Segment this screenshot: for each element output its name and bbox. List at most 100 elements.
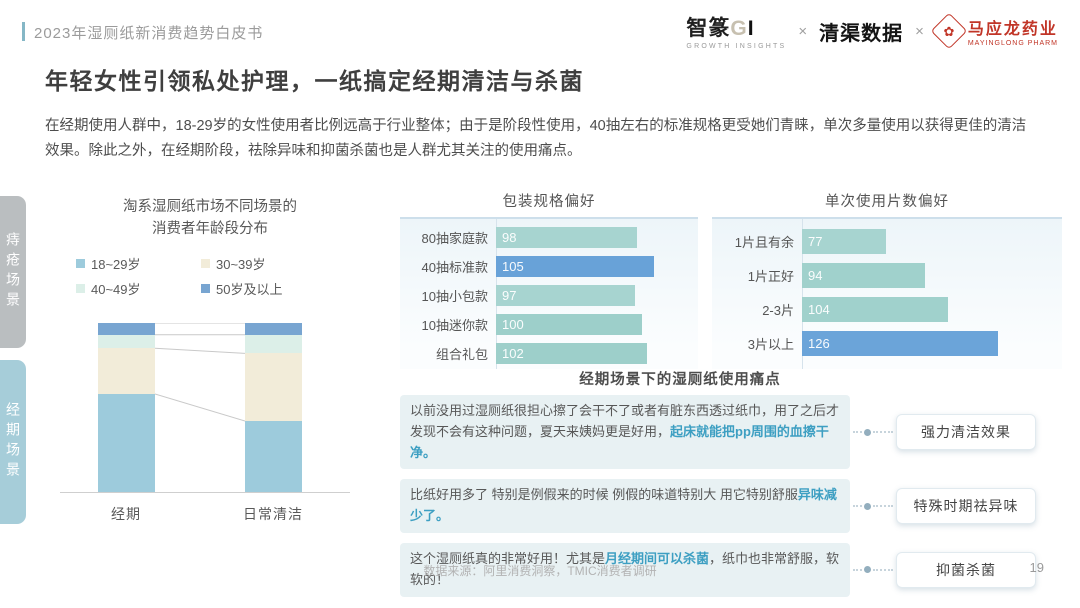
intro-paragraph: 在经期使用人群中，18-29岁的女性使用者比例远高于行业整体；由于是阶段性使用，… <box>45 114 1040 163</box>
legend-item: 40~49岁 <box>76 279 201 298</box>
bar-row: 80抽家庭款 98 <box>400 227 698 248</box>
bar-segment <box>98 323 155 335</box>
quote-text: 比纸好用多了 特别是例假来的时候 例假的味道特别大 用它特别舒服 <box>410 487 798 502</box>
bar: 77 <box>802 229 886 254</box>
legend-item: 30~39岁 <box>201 254 344 273</box>
bar-row: 40抽标准款105 <box>400 256 698 277</box>
bar: 104 <box>802 297 948 322</box>
bar-value: 126 <box>802 336 830 351</box>
bar-label: 3片以上 <box>712 334 794 353</box>
package-chart-title: 包装规格偏好 <box>400 190 698 211</box>
bar-highlighted: 126 <box>802 331 998 356</box>
age-chart-title-line1: 淘系湿厕纸市场不同场景的 <box>62 196 358 218</box>
bar-value: 100 <box>496 317 524 332</box>
mayinglong-name: 马应龙药业 <box>968 15 1058 39</box>
x-axis-label-menstrual: 经期 <box>111 504 141 524</box>
header-accent-bar <box>22 22 25 41</box>
bar-highlighted: 105 <box>496 256 654 277</box>
bar-label: 80抽家庭款 <box>400 228 488 247</box>
zhizhuan-i: I <box>748 17 755 40</box>
bar-segment <box>245 421 302 492</box>
pain-tag: 强力清洁效果 <box>896 414 1036 450</box>
legend-label: 18~29岁 <box>91 254 141 273</box>
connector-line <box>873 505 893 507</box>
pain-point-row: 以前没用过湿厕纸很担心擦了会干不了或者有脏东西透过纸巾，用了之后才发现不会有这种… <box>400 395 1062 469</box>
mayinglong-subtitle: MAYINGLONG PHARM <box>968 40 1058 47</box>
bar-segment <box>245 335 302 354</box>
qingqu-logo: 清渠数据 <box>819 17 903 46</box>
bar: 100 <box>496 314 642 335</box>
sidebar-tab-hemorrhoid-scene: 痔疮场景 <box>0 196 26 348</box>
bar-row: 10抽迷你款 100 <box>400 314 698 335</box>
bar-track: 126 <box>802 331 1062 356</box>
bar-track: 105 <box>496 256 698 277</box>
bar-value: 94 <box>802 268 822 283</box>
document-title: 2023年湿厕纸新消费趋势白皮书 <box>34 22 263 43</box>
connector <box>850 503 896 510</box>
legend-label: 50岁及以上 <box>216 279 282 298</box>
x-axis-line <box>60 492 350 493</box>
legend-item: 50岁及以上 <box>201 279 344 298</box>
age-distribution-chart: 淘系湿厕纸市场不同场景的 消费者年龄段分布 18~29岁 30~39岁 40~49岁… <box>62 196 358 532</box>
data-source-note: 数据来源：阿里消费洞察，TMIC消费者调研 <box>0 562 1080 579</box>
zhizhuan-wordmark: 智篆GI <box>686 12 754 42</box>
connector-dot <box>864 503 871 510</box>
legend-item: 18~29岁 <box>76 254 201 273</box>
pack-chart-rows: 80抽家庭款9840抽标准款10510抽小包款9710抽迷你款100组合礼包10… <box>400 227 698 372</box>
bar-track: 77 <box>802 229 1062 254</box>
bar-segment <box>245 323 302 335</box>
bar-value: 104 <box>802 302 830 317</box>
quote-box: 比纸好用多了 特别是例假来的时候 例假的味道特别大 用它特别舒服异味减少了。 <box>400 479 850 533</box>
bar-row: 3片以上 126 <box>712 331 1062 356</box>
legend-swatch <box>76 284 85 293</box>
brand-logos: 智篆GI GROWTH INSIGHTS × 清渠数据 × ✿ 马应龙药业 MA… <box>686 12 1058 50</box>
cross-separator-icon: × <box>798 23 807 40</box>
bar-track: 102 <box>496 343 698 364</box>
mayinglong-wordmark: 马应龙药业 MAYINGLONG PHARM <box>968 15 1058 47</box>
bar: 98 <box>496 227 637 248</box>
pain-points-title: 经期场景下的湿厕纸使用痛点 <box>400 368 960 389</box>
page-title: 年轻女性引领私处护理，一纸搞定经期清洁与杀菌 <box>45 62 584 96</box>
cross-separator-icon: × <box>915 23 924 40</box>
age-chart-title: 淘系湿厕纸市场不同场景的 消费者年龄段分布 <box>62 196 358 241</box>
legend-label: 30~39岁 <box>216 254 266 273</box>
connector-dot <box>864 429 871 436</box>
bar-label: 10抽迷你款 <box>400 315 488 334</box>
legend-label: 40~49岁 <box>91 279 141 298</box>
bar-row: 2-3片104 <box>712 297 1062 322</box>
legend-swatch <box>201 259 210 268</box>
bar-row: 1片且有余 77 <box>712 229 1062 254</box>
count-chart-rows: 1片且有余 77 1片正好94 2-3片104 3片以上 126 <box>712 229 1062 365</box>
bar-segment <box>245 353 302 421</box>
connector-line <box>853 505 862 507</box>
bar-segment <box>98 394 155 492</box>
age-chart-legend: 18~29岁 30~39岁 40~49岁 50岁及以上 <box>76 254 344 298</box>
bar-row: 1片正好94 <box>712 263 1062 288</box>
bar-value: 102 <box>496 346 524 361</box>
connector-line <box>853 431 862 433</box>
sheet-count-preference-chart: 单次使用片数偏好 1片且有余771片正好942-3片1043片以上126 <box>712 190 1062 211</box>
x-axis-label-daily: 日常清洁 <box>243 504 303 524</box>
bar: 97 <box>496 285 635 306</box>
mayinglong-logo: ✿ 马应龙药业 MAYINGLONG PHARM <box>936 15 1058 47</box>
zhizhuan-g: G <box>730 17 747 40</box>
page-number: 19 <box>1030 560 1044 575</box>
age-chart-plot <box>62 323 358 492</box>
whitepaper-slide: 2023年湿厕纸新消费趋势白皮书 智篆GI GROWTH INSIGHTS × … <box>0 0 1080 608</box>
stacked-bar-1 <box>245 323 302 492</box>
bar-track: 104 <box>802 297 1062 322</box>
bar-value: 105 <box>496 259 524 274</box>
package-preference-chart: 包装规格偏好 80抽家庭款9840抽标准款10510抽小包款9710抽迷你款10… <box>400 190 698 211</box>
bar: 102 <box>496 343 647 364</box>
bar-label: 组合礼包 <box>400 344 488 363</box>
mayinglong-emblem-icon: ✿ <box>930 13 967 50</box>
zhizhuan-logo: 智篆GI GROWTH INSIGHTS <box>686 12 786 50</box>
stacked-bar-0 <box>98 323 155 492</box>
bar-label: 1片且有余 <box>712 232 794 251</box>
bar-track: 98 <box>496 227 698 248</box>
pain-point-row: 比纸好用多了 特别是例假来的时候 例假的味道特别大 用它特别舒服异味减少了。特殊… <box>400 479 1062 533</box>
quote-box: 以前没用过湿厕纸很担心擦了会干不了或者有脏东西透过纸巾，用了之后才发现不会有这种… <box>400 395 850 469</box>
bar-track: 97 <box>496 285 698 306</box>
connector <box>850 429 896 436</box>
bar-track: 94 <box>802 263 1062 288</box>
